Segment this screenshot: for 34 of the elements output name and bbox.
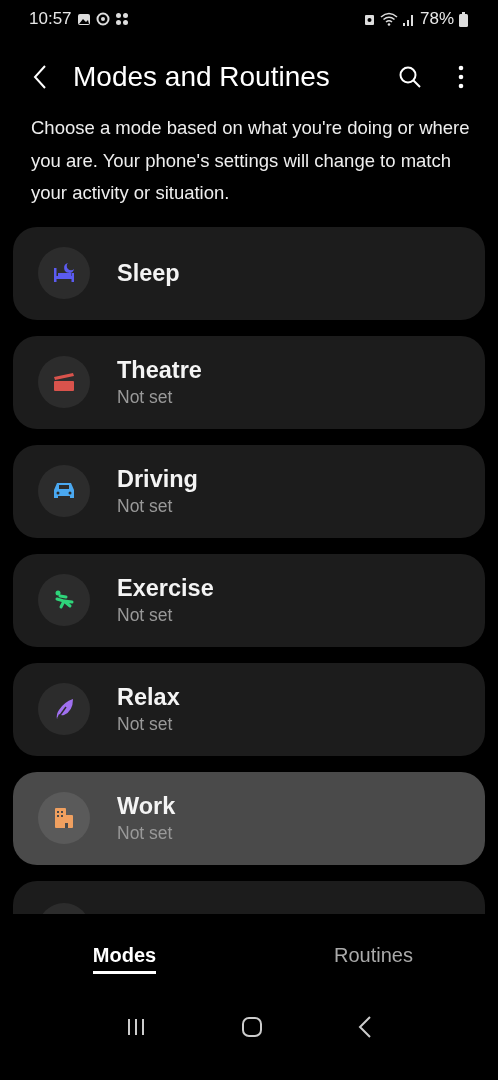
mode-card[interactable]: Work Not set	[13, 771, 485, 865]
mode-card[interactable]: Theatre Not set	[13, 335, 485, 429]
gallery-icon	[76, 12, 91, 26]
description: Choose a mode based on what you're doing or where you are. Your phone's settings will change to match your activity or situation.	[31, 116, 471, 205]
more-options-icon[interactable]	[458, 65, 464, 89]
search-icon[interactable]	[398, 65, 422, 89]
clock: 10:57	[29, 9, 72, 29]
mode-status: Not set	[117, 822, 174, 844]
mode-status: Not set	[117, 495, 174, 517]
mode-name: Exercise	[117, 574, 214, 602]
mode-status: Not set	[117, 386, 174, 408]
mode-card[interactable]: Relax Not set	[13, 662, 485, 756]
signal-icon	[402, 12, 415, 26]
mode-name: Work	[117, 792, 176, 820]
tab[interactable]: Modes	[92, 943, 157, 974]
mode-card[interactable]: Driving Not set	[13, 444, 485, 538]
battery-icon	[459, 11, 468, 27]
mode-card[interactable]: Exercise Not set	[13, 553, 485, 647]
mode-name: Sleep	[117, 259, 180, 287]
circle-icon	[95, 12, 110, 26]
mode-status: Not set	[117, 604, 174, 626]
page-title: Modes and Routines	[73, 61, 331, 93]
battery-percent: 78%	[419, 9, 454, 29]
back-icon[interactable]	[358, 1015, 373, 1038]
mode-name: Relax	[117, 683, 180, 711]
recent-apps-icon[interactable]	[125, 1016, 146, 1037]
tab[interactable]: Routines	[334, 943, 413, 974]
home-icon[interactable]	[241, 1015, 263, 1038]
mode-status: Not set	[117, 713, 174, 735]
dots-icon	[114, 12, 129, 26]
mode-card[interactable]: Sleep	[13, 226, 485, 320]
mode-name: Theatre	[117, 356, 202, 384]
wifi-icon	[379, 12, 398, 26]
mode-name: Driving	[117, 465, 198, 493]
